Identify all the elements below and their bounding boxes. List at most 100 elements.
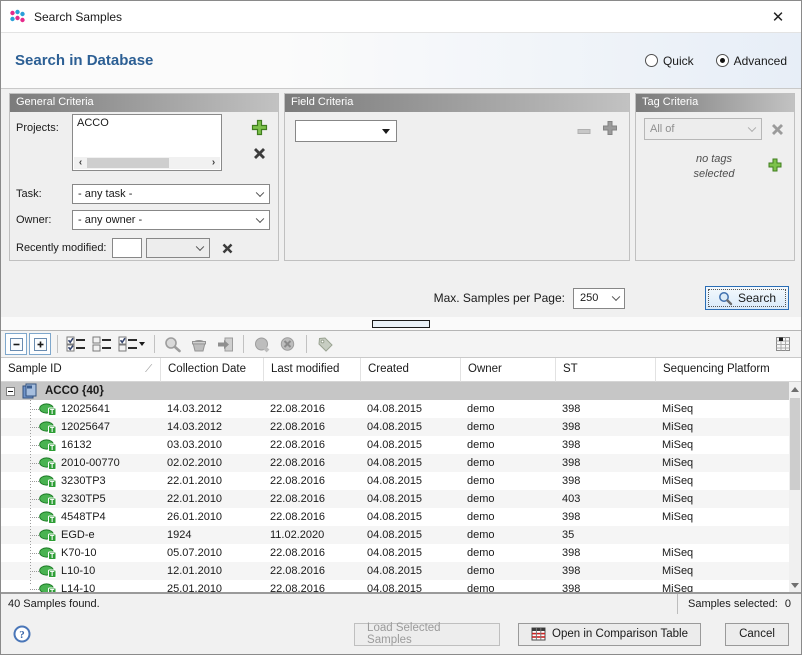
table-row[interactable]: T 2010-00770 02.02.2010 22.08.2016 04.08… <box>1 454 789 472</box>
svg-text:T: T <box>50 589 55 592</box>
sequencing-platform-cell: MiSeq <box>656 544 789 562</box>
sample-id-text: 2010-00770 <box>61 457 120 469</box>
collapse-expander-icon[interactable] <box>6 387 15 396</box>
quick-radio[interactable]: Quick <box>645 54 694 68</box>
sample-icon: T <box>39 439 57 452</box>
scroll-down-arrow[interactable] <box>789 578 801 592</box>
expand-all-button[interactable] <box>29 333 51 355</box>
clear-projects-button[interactable] <box>248 142 270 164</box>
toolbar-separator <box>306 335 307 353</box>
splitter-handle[interactable] <box>372 320 430 328</box>
table-row[interactable]: T L14-10 25.01.2010 22.08.2016 04.08.201… <box>1 580 789 592</box>
task-value: - any task - <box>78 188 132 200</box>
table-row[interactable]: T L10-10 12.01.2010 22.08.2016 04.08.201… <box>1 562 789 580</box>
open-in-comparison-table-button[interactable]: Open in Comparison Table <box>518 623 701 646</box>
chevron-down-icon <box>748 124 756 132</box>
owner-cell: demo <box>461 562 556 580</box>
add-project-button[interactable] <box>248 116 270 138</box>
table-row[interactable]: T K70-10 05.07.2010 22.08.2016 04.08.201… <box>1 544 789 562</box>
last-modified-cell: 22.08.2016 <box>264 472 361 490</box>
scroll-up-arrow[interactable] <box>789 382 801 396</box>
search-samples-dialog: Search Samples ✕ Search in Database Quic… <box>0 0 802 655</box>
column-header-last-modified[interactable]: Last modified <box>264 358 361 382</box>
column-header-created[interactable]: Created <box>361 358 461 382</box>
last-modified-cell: 22.08.2016 <box>264 454 361 472</box>
owner-cell: demo <box>461 526 556 544</box>
help-icon[interactable]: ? <box>13 625 31 643</box>
table-body: ACCO {40} T 12025641 14.03.2012 22.08.20… <box>1 382 789 592</box>
search-icon <box>718 291 733 306</box>
search-button[interactable]: Search <box>705 286 789 310</box>
find-icon <box>164 336 182 353</box>
tree-connector <box>30 517 39 518</box>
field-select[interactable] <box>295 120 397 142</box>
sample-id-cell: T 16132 <box>1 436 161 454</box>
samples-selected-value: 0 <box>785 598 791 610</box>
last-modified-cell: 22.08.2016 <box>264 508 361 526</box>
owner-cell: demo <box>461 418 556 436</box>
svg-text:T: T <box>50 409 55 416</box>
column-header-sample-id[interactable]: Sample ID ∕ <box>1 358 161 382</box>
add-tag-button[interactable] <box>764 154 786 176</box>
recently-modified-unit-select[interactable] <box>146 238 210 258</box>
page-title: Search in Database <box>15 52 153 69</box>
splitter-bar[interactable] <box>1 317 801 331</box>
projects-value: ACCO <box>73 115 221 131</box>
column-header-owner[interactable]: Owner <box>461 358 556 382</box>
advanced-radio-label: Advanced <box>734 54 787 68</box>
clear-recently-modified-button[interactable] <box>216 237 238 259</box>
table-row[interactable]: T EGD-e 1924 11.02.2020 04.08.2015 demo … <box>1 526 789 544</box>
sample-id-cell: T 3230TP3 <box>1 472 161 490</box>
scroll-right-arrow[interactable]: › <box>207 157 220 169</box>
cancel-button[interactable]: Cancel <box>725 623 789 646</box>
tree-connector <box>30 499 39 500</box>
scroll-thumb[interactable] <box>790 398 800 490</box>
table-row[interactable]: T 12025641 14.03.2012 22.08.2016 04.08.2… <box>1 400 789 418</box>
advanced-radio-circle[interactable] <box>716 54 729 67</box>
table-row[interactable]: T 3230TP3 22.01.2010 22.08.2016 04.08.20… <box>1 472 789 490</box>
column-header-st[interactable]: ST <box>556 358 656 382</box>
remove-field-button-disabled <box>573 120 595 142</box>
scroll-left-arrow[interactable]: ‹ <box>74 157 87 169</box>
sample-icon: T <box>39 529 57 542</box>
plus-icon <box>601 119 619 137</box>
sample-id-text: 3230TP3 <box>61 475 106 487</box>
projects-list-input[interactable]: ACCO ‹ › <box>72 114 222 171</box>
vertical-scrollbar[interactable] <box>789 382 801 592</box>
column-header-collection-date[interactable]: Collection Date <box>161 358 264 382</box>
sample-id-cell: T 12025647 <box>1 418 161 436</box>
tag-mode-select: All of <box>644 118 762 140</box>
scroll-thumb[interactable] <box>87 158 169 168</box>
add-field-button[interactable] <box>599 117 621 139</box>
column-header-sequencing-platform[interactable]: Sequencing Platform <box>656 358 789 382</box>
svg-text:T: T <box>50 553 55 560</box>
max-samples-select[interactable]: 250 <box>573 288 625 309</box>
task-select[interactable]: - any task - <box>72 184 270 204</box>
table-row[interactable]: T 16132 03.03.2010 22.08.2016 04.08.2015… <box>1 436 789 454</box>
table-row[interactable]: T 3230TP5 22.01.2010 22.08.2016 04.08.20… <box>1 490 789 508</box>
selection-menu-button[interactable] <box>116 333 148 355</box>
dropdown-arrow-icon <box>382 129 390 134</box>
table-row[interactable]: T 12025647 14.03.2012 22.08.2016 04.08.2… <box>1 418 789 436</box>
created-cell: 04.08.2015 <box>361 544 461 562</box>
deselect-all-button[interactable] <box>90 333 114 355</box>
close-button[interactable]: ✕ <box>763 1 793 32</box>
table-row[interactable]: T 4548TP4 26.01.2010 22.08.2016 04.08.20… <box>1 508 789 526</box>
collapse-all-button[interactable] <box>5 333 27 355</box>
group-row[interactable]: ACCO {40} <box>1 382 789 400</box>
column-config-button[interactable] <box>771 333 795 355</box>
tree-connector <box>30 463 39 464</box>
quick-radio-circle[interactable] <box>645 54 658 67</box>
general-criteria-panel: General Criteria Projects: ACCO ‹ › <box>9 93 279 261</box>
owner-select[interactable]: - any owner - <box>72 210 270 230</box>
toolbar-separator <box>154 335 155 353</box>
svg-text:T: T <box>50 445 55 452</box>
sample-id-text: L10-10 <box>61 565 95 577</box>
advanced-radio[interactable]: Advanced <box>716 54 787 68</box>
merge-button-disabled <box>250 333 274 355</box>
select-all-button[interactable] <box>64 333 88 355</box>
project-icon <box>21 383 38 399</box>
recently-modified-number-input[interactable] <box>112 238 142 258</box>
sample-id-cell: T K70-10 <box>1 544 161 562</box>
projects-horizontal-scrollbar[interactable]: ‹ › <box>74 157 220 169</box>
